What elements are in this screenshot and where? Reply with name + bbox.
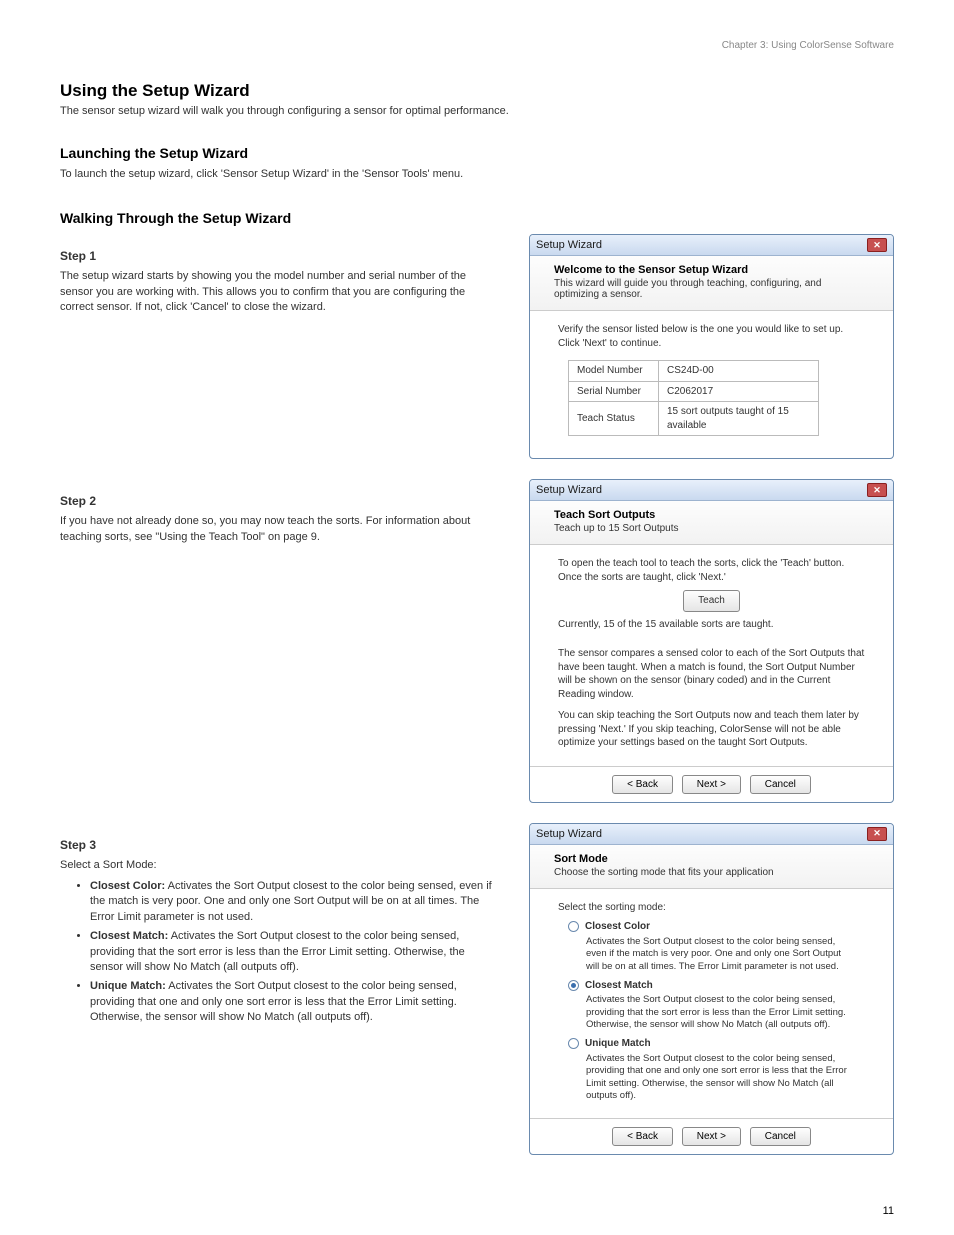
cell-label: Serial Number [569,381,659,402]
doc-subtitle: The sensor setup wizard will walk you th… [60,105,894,117]
page-number: 11 [883,1205,894,1217]
wiz2-instr: To open the teach tool to teach the sort… [558,557,865,584]
list-item: Unique Match: Activates the Sort Output … [90,979,499,1025]
step3-title: Step 3 [60,837,499,854]
cancel-button[interactable]: Cancel [750,775,811,794]
radio-option-closest-color[interactable]: Closest Color [568,920,865,934]
cancel-button[interactable]: Cancel [750,1127,811,1146]
table-row: Model Number CS24D-00 [569,361,819,382]
section-launch-title: Launching the Setup Wizard [60,145,894,161]
wiz2-h1: Teach Sort Outputs [554,509,869,521]
next-button[interactable]: Next > [682,1127,741,1146]
wizard-window-sortmode: Setup Wizard ✕ Sort Mode Choose the sort… [529,823,894,1155]
wiz2-p2: You can skip teaching the Sort Outputs n… [558,709,865,750]
radio-label: Closest Color [585,920,650,934]
cell-value: C2062017 [659,381,819,402]
radio-label: Unique Match [585,1037,651,1051]
sensor-table: Model Number CS24D-00 Serial Number C206… [568,360,819,436]
window-title: Setup Wizard [536,828,602,840]
chapter-meta: Chapter 3: Using ColorSense Software [60,40,894,51]
teach-button[interactable]: Teach [683,590,740,612]
step2-body: If you have not already done so, you may… [60,514,499,545]
step3-body: Select a Sort Mode: [60,858,499,873]
doc-title: Using the Setup Wizard [60,81,894,101]
section-steps-title: Walking Through the Setup Wizard [60,210,894,226]
back-button[interactable]: < Back [612,775,673,794]
close-icon[interactable]: ✕ [867,238,887,252]
window-title: Setup Wizard [536,239,602,251]
list-item: Closest Match: Activates the Sort Output… [90,929,499,975]
wiz1-verify: Verify the sensor listed below is the on… [558,323,865,350]
radio-icon [568,980,579,991]
radio-icon [568,1038,579,1049]
radio-option-unique-match[interactable]: Unique Match [568,1037,865,1051]
table-row: Teach Status 15 sort outputs taught of 1… [569,402,819,436]
radio-option-closest-match[interactable]: Closest Match [568,979,865,993]
wiz1-h1: Welcome to the Sensor Setup Wizard [554,264,869,276]
radio-desc: Activates the Sort Output closest to the… [586,936,855,973]
wiz3-select-label: Select the sorting mode: [558,901,865,915]
close-icon[interactable]: ✕ [867,827,887,841]
wiz2-p1: The sensor compares a sensed color to ea… [558,647,865,701]
radio-desc: Activates the Sort Output closest to the… [586,1053,855,1102]
step1-title: Step 1 [60,248,499,265]
cell-label: Model Number [569,361,659,382]
cell-value: CS24D-00 [659,361,819,382]
radio-desc: Activates the Sort Output closest to the… [586,994,855,1031]
window-title: Setup Wizard [536,484,602,496]
close-icon[interactable]: ✕ [867,483,887,497]
section-launch-body: To launch the setup wizard, click 'Senso… [60,167,894,182]
radio-label: Closest Match [585,979,653,993]
table-row: Serial Number C2062017 [569,381,819,402]
cell-value: 15 sort outputs taught of 15 available [659,402,819,436]
wiz3-h1: Sort Mode [554,853,869,865]
next-button[interactable]: Next > [682,775,741,794]
back-button[interactable]: < Back [612,1127,673,1146]
wiz3-h2: Choose the sorting mode that fits your a… [554,867,869,878]
radio-icon [568,921,579,932]
wizard-window-welcome: Setup Wizard ✕ Welcome to the Sensor Set… [529,234,894,459]
cell-label: Teach Status [569,402,659,436]
step1-body: The setup wizard starts by showing you t… [60,269,499,315]
wizard-window-teach: Setup Wizard ✕ Teach Sort Outputs Teach … [529,479,894,803]
wiz1-h2: This wizard will guide you through teach… [554,278,869,300]
wiz2-status: Currently, 15 of the 15 available sorts … [558,618,865,632]
list-item: Closest Color: Activates the Sort Output… [90,879,499,925]
step2-title: Step 2 [60,493,499,510]
wiz2-h2: Teach up to 15 Sort Outputs [554,523,869,534]
